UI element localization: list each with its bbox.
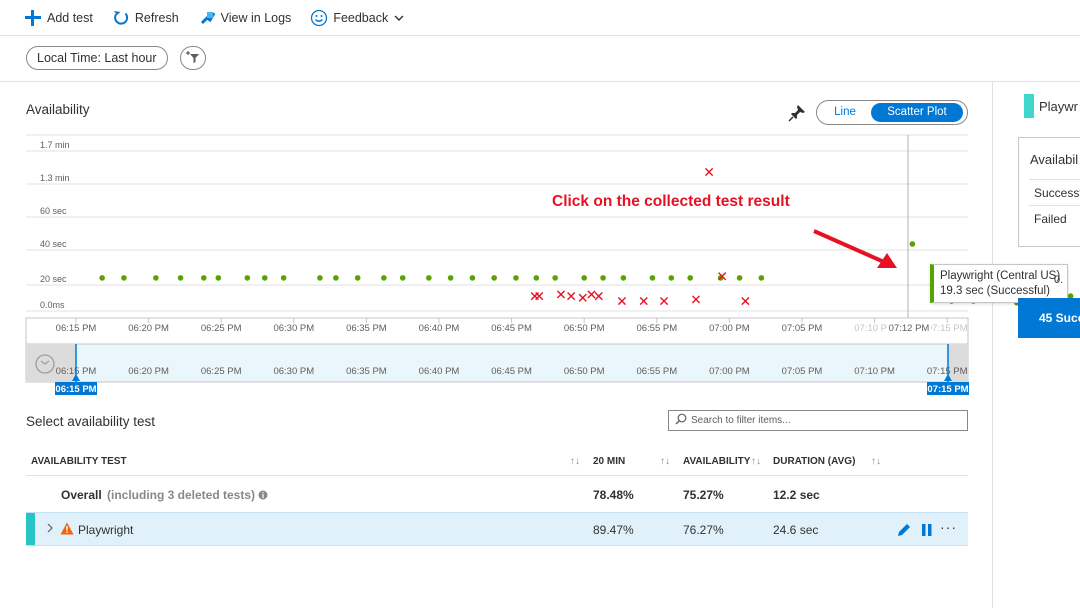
- plus-icon: [24, 9, 42, 27]
- chart-title: Availability: [26, 102, 90, 117]
- failed-row[interactable]: Failed: [1029, 205, 1080, 231]
- edit-icon[interactable]: [896, 522, 912, 541]
- chevron-right-icon[interactable]: [46, 522, 54, 537]
- more-options-icon[interactable]: ···: [940, 519, 957, 535]
- add-filter-icon: [185, 50, 201, 67]
- col-duration[interactable]: DURATION (AVG): [773, 456, 855, 467]
- pin-icon[interactable]: [788, 104, 806, 122]
- refresh-label: Refresh: [134, 10, 179, 25]
- select-test-title: Select availability test: [26, 414, 156, 429]
- panel-title: Playwr: [1039, 99, 1079, 114]
- panel-accent: [1024, 94, 1034, 118]
- row-color-accent: [26, 513, 35, 545]
- view-in-logs-label: View in Logs: [220, 10, 292, 25]
- test-detail-panel: Playwr Availabil Successf Failed 0. 45 S…: [994, 82, 1080, 608]
- overall-label: Overall: [61, 488, 102, 502]
- add-test-label: Add test: [47, 10, 93, 25]
- logs-icon: [198, 9, 216, 27]
- filter-search-box[interactable]: [668, 410, 968, 431]
- add-test-button[interactable]: Add test: [24, 9, 93, 27]
- refresh-button[interactable]: Refresh: [112, 9, 179, 27]
- overall-row: Overall (including 3 deleted tests) 78.4…: [26, 477, 968, 511]
- test-20min: 89.47%: [593, 523, 634, 537]
- search-input[interactable]: [691, 415, 951, 426]
- scatter-plot-option[interactable]: Scatter Plot: [871, 103, 963, 122]
- overall-duration: 12.2 sec: [773, 488, 820, 502]
- sort-icon[interactable]: ↑↓: [660, 456, 670, 467]
- add-filter-button[interactable]: [180, 46, 206, 70]
- search-icon: [675, 413, 687, 428]
- sort-icon[interactable]: ↑↓: [570, 456, 580, 467]
- pause-icon[interactable]: [921, 523, 933, 540]
- line-option[interactable]: Line: [819, 103, 871, 122]
- table-row[interactable]: Playwright 89.47% 76.27% 24.6 sec ···: [26, 512, 968, 546]
- availability-card: Availabil Successf Failed: [1018, 137, 1080, 247]
- panel-obscured-text: 0.: [1054, 274, 1064, 286]
- filter-bar: Local Time: Last hour: [0, 36, 1080, 82]
- overall-availability: 75.27%: [683, 488, 724, 502]
- feedback-button[interactable]: Feedback: [310, 9, 404, 27]
- chevron-down-icon: [394, 11, 404, 25]
- view-in-logs-button[interactable]: View in Logs: [198, 9, 292, 27]
- chart-type-toggle: Line Scatter Plot: [816, 100, 968, 125]
- overall-20min: 78.48%: [593, 488, 634, 502]
- command-bar: Add test Refresh View in Logs Feedback: [0, 0, 1080, 36]
- smiley-icon: [310, 9, 328, 27]
- col-20-min[interactable]: 20 MIN: [593, 456, 625, 467]
- successful-results-button[interactable]: 45 Succ: [1018, 298, 1080, 338]
- col-availability-test[interactable]: AVAILABILITY TEST: [31, 456, 127, 467]
- col-availability[interactable]: AVAILABILITY: [683, 456, 750, 467]
- sort-icon[interactable]: ↑↓: [871, 456, 881, 467]
- grid-header: AVAILABILITY TEST ↑↓ 20 MIN ↑↓ AVAILABIL…: [26, 448, 968, 476]
- successful-row[interactable]: Successf: [1029, 179, 1080, 205]
- card-title: Availabil: [1030, 152, 1079, 167]
- test-availability: 76.27%: [683, 523, 724, 537]
- test-name[interactable]: Playwright: [78, 523, 133, 537]
- feedback-label: Feedback: [333, 10, 389, 25]
- test-duration: 24.6 sec: [773, 523, 819, 537]
- info-icon: [258, 489, 268, 503]
- time-range-pill[interactable]: Local Time: Last hour: [26, 46, 168, 70]
- refresh-icon: [112, 9, 130, 27]
- warning-icon: [60, 522, 74, 538]
- overall-note: (including 3 deleted tests): [107, 488, 256, 502]
- sort-icon[interactable]: ↑↓: [751, 456, 761, 467]
